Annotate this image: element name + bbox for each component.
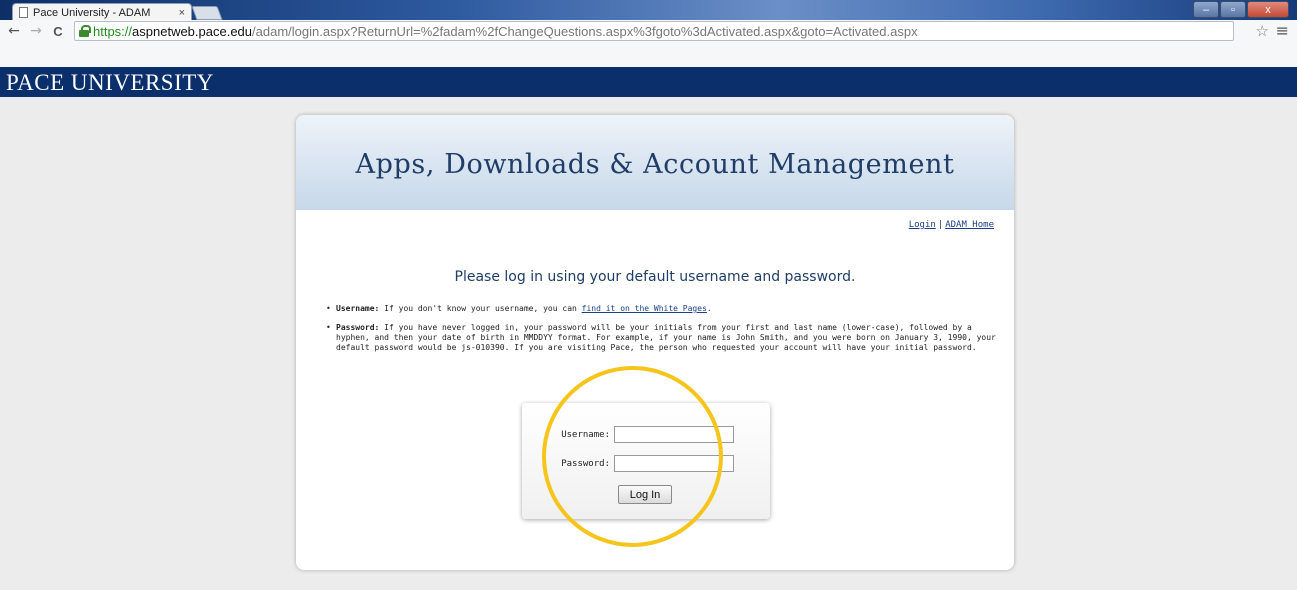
- url-path: /adam/login.aspx?ReturnUrl=%2fadam%2fCha…: [252, 23, 918, 39]
- close-window-button[interactable]: x: [1247, 1, 1289, 18]
- close-tab-icon[interactable]: ×: [179, 7, 185, 19]
- login-instructions: Username: If you don't know your usernam…: [326, 304, 1000, 362]
- browser-tab[interactable]: Pace University - ADAM ×: [12, 3, 192, 21]
- url-scheme: https://: [93, 23, 133, 39]
- login-form: Username: Password: Log In: [522, 403, 770, 519]
- username-input[interactable]: [614, 426, 734, 443]
- page-title: Apps, Downloads & Account Management: [355, 149, 955, 180]
- window-controls: – ▫ x: [1193, 1, 1289, 18]
- maximize-button[interactable]: ▫: [1220, 1, 1246, 18]
- username-instruction-text: If you don't know your username, you can: [379, 304, 582, 313]
- nav-row: ← → C https://aspnetweb.pace.edu/adam/lo…: [0, 20, 1297, 42]
- log-in-button[interactable]: Log In: [618, 485, 672, 504]
- new-tab-button[interactable]: [191, 6, 223, 20]
- top-links: Login | ADAM Home: [909, 220, 994, 230]
- username-label: Username:: [561, 429, 610, 440]
- link-separator: |: [937, 220, 944, 230]
- browser-titlebar: Pace University - ADAM × – ▫ x: [0, 0, 1297, 21]
- password-instruction-label: Password:: [336, 323, 380, 332]
- browser-toolbar: ← → C https://aspnetweb.pace.edu/adam/lo…: [0, 20, 1297, 67]
- reload-button[interactable]: C: [50, 25, 66, 38]
- site-banner: PACE UNIVERSITY: [0, 67, 1297, 97]
- password-label: Password:: [561, 458, 610, 469]
- username-instruction: Username: If you don't know your usernam…: [326, 304, 1000, 314]
- back-button[interactable]: ←: [6, 24, 22, 38]
- login-prompt: Please log in using your default usernam…: [454, 269, 856, 285]
- username-instruction-label: Username:: [336, 304, 380, 313]
- page-icon: [19, 7, 28, 18]
- password-input[interactable]: [614, 455, 734, 472]
- tab-title: Pace University - ADAM: [33, 6, 151, 19]
- login-link[interactable]: Login: [909, 220, 936, 230]
- username-instruction-tail: .: [706, 304, 712, 313]
- adam-home-link[interactable]: ADAM Home: [945, 220, 994, 230]
- browser-menu-icon[interactable]: ≡: [1276, 21, 1289, 40]
- password-row: Password:: [522, 455, 734, 472]
- password-instruction: Password: If you have never logged in, y…: [326, 323, 1000, 353]
- login-card: Apps, Downloads & Account Management Log…: [296, 115, 1014, 570]
- username-row: Username:: [522, 426, 734, 443]
- forward-button[interactable]: →: [28, 24, 44, 38]
- minimize-button[interactable]: –: [1193, 1, 1219, 18]
- bookmark-star-icon[interactable]: ☆: [1256, 22, 1269, 40]
- url-host: aspnetweb.pace.edu: [132, 23, 253, 39]
- address-bar[interactable]: https://aspnetweb.pace.edu/adam/login.as…: [74, 21, 1234, 41]
- card-header: Apps, Downloads & Account Management: [296, 115, 1014, 210]
- white-pages-link[interactable]: find it on the White Pages: [582, 304, 707, 313]
- password-instruction-text: If you have never logged in, your passwo…: [336, 323, 996, 352]
- site-logo-text: PACE UNIVERSITY: [6, 70, 214, 95]
- lock-icon: [79, 25, 91, 37]
